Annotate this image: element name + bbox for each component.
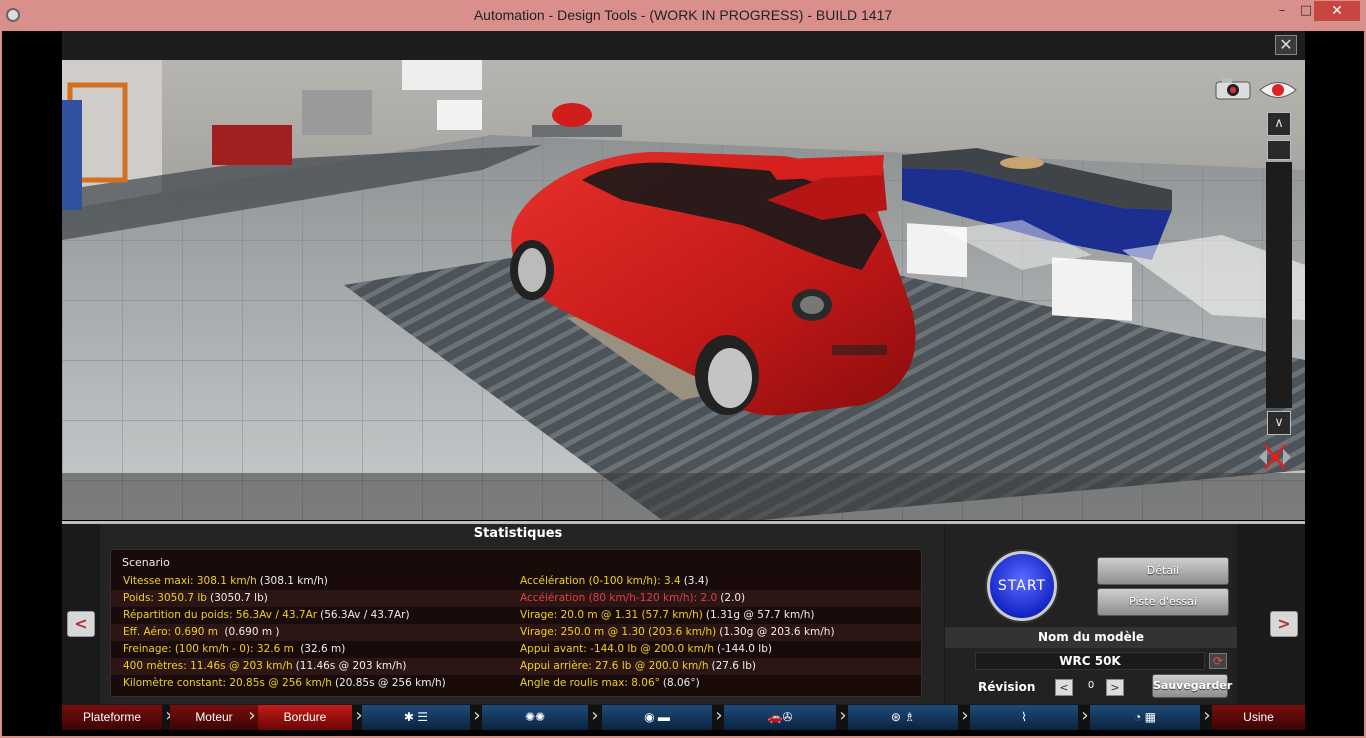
title-bar: Automation - Design Tools - (WORK IN PRO… — [0, 0, 1366, 31]
revision-next-button[interactable]: > — [1106, 679, 1124, 696]
stat-previous: (3.4) — [683, 575, 709, 587]
stat-previous: (8.06°) — [662, 677, 700, 689]
tab-tyre-body[interactable]: ◉ ▬ — [602, 705, 712, 730]
stat-label: Vitesse maxi: 308.1 km/h — [123, 575, 257, 587]
tab-car-fan[interactable]: 🚗✇ — [724, 705, 836, 730]
tab-usine[interactable]: Usine — [1212, 705, 1305, 730]
stat-previous: (11.46s @ 203 km/h) — [295, 660, 407, 672]
model-name-header: Nom du modèle — [945, 627, 1237, 648]
stat-previous: (2.0) — [720, 592, 746, 604]
save-button[interactable]: Sauvegarder — [1152, 674, 1232, 698]
axis-toggle-icon[interactable] — [1257, 443, 1293, 471]
tab-separator: › — [248, 705, 256, 726]
scenario-label: Scenario — [122, 556, 170, 569]
stat-previous: (3050.7 lb) — [209, 592, 268, 604]
stats-row: Kilomètre constant: 20.85s @ 256 km/h (20… — [111, 675, 921, 692]
stat-label: Accélération (0-100 km/h): 3.4 — [520, 575, 681, 587]
stat-label: Virage: 20.0 m @ 1.31 (57.7 km/h) — [520, 609, 703, 621]
section-tab-bar: Plateforme › Moteur › Bordure › ✱ ☰ › ✺✺… — [62, 705, 1305, 730]
revision-value: 0 — [1087, 680, 1095, 691]
scroll-track[interactable] — [1266, 162, 1292, 408]
suspension-icon: ⌇ — [1021, 710, 1027, 724]
scroll-up-button[interactable]: ∧ — [1267, 112, 1291, 136]
detail-button[interactable]: Détail — [1097, 557, 1229, 585]
stat-label-warning: Accélération (80 km/h-120 km/h): 2.0 — [520, 592, 718, 604]
window-title: Automation - Design Tools - (WORK IN PRO… — [473, 7, 893, 23]
app-close-button[interactable]: ✕ — [1275, 35, 1297, 55]
stat-previous: (20.85s @ 256 km/h) — [334, 677, 446, 689]
scroll-thumb[interactable] — [1267, 140, 1291, 160]
stat-label: 400 mètres: 11.46s @ 203 km/h — [123, 660, 293, 672]
maximize-button[interactable]: □ — [1296, 3, 1316, 18]
stat-label: Eff. Aéro: 0.690 m — [123, 626, 219, 638]
stat-label: Angle de roulis max: 8.06° — [520, 677, 660, 689]
gauge-flag-icon: ◔ ▦ — [1134, 710, 1156, 724]
window-close-button[interactable]: ✕ — [1314, 1, 1360, 21]
car-fan-icon: 🚗✇ — [767, 710, 793, 724]
camera-icon[interactable] — [1214, 77, 1252, 101]
tab-bordure[interactable]: Bordure — [258, 705, 352, 730]
start-button[interactable]: START — [987, 551, 1057, 621]
tab-testing[interactable]: ◔ ▦ — [1090, 705, 1200, 730]
stat-previous: (56.3Av / 43.7Ar) — [320, 609, 410, 621]
prev-section-button[interactable]: < — [67, 611, 95, 637]
revision-prev-button[interactable]: < — [1055, 679, 1073, 696]
eye-icon[interactable] — [1258, 79, 1298, 101]
tab-engine-gearbox[interactable]: ✱ ☰ — [362, 705, 470, 730]
revision-label: Révision — [978, 680, 1036, 694]
engine-gearbox-icon: ✱ ☰ — [403, 710, 429, 724]
tab-wheels[interactable]: ✺✺ — [482, 705, 588, 730]
stats-row: Eff. Aéro: 0.690 m (0.690 m ) Virage: 25… — [111, 624, 921, 641]
stats-row: Répartition du poids: 56.3Av / 43.7Ar (56… — [111, 607, 921, 624]
stat-label: Kilomètre constant: 20.85s @ 256 km/h — [123, 677, 332, 689]
stat-label: Poids: 3050.7 lb — [123, 592, 207, 604]
stat-label: Virage: 250.0 m @ 1.30 (203.6 km/h) — [520, 626, 717, 638]
stat-previous: (1.31g @ 57.7 km/h) — [705, 609, 815, 621]
top-strip — [62, 31, 1305, 60]
tab-plateforme[interactable]: Plateforme — [62, 705, 162, 730]
stat-label: Appui arrière: 27.6 lb @ 200.0 km/h — [520, 660, 709, 672]
stat-previous: (-144.0 lb) — [717, 643, 772, 655]
tyre-body-icon: ◉ ▬ — [644, 710, 670, 724]
stat-label: Freinage: (100 km/h - 0): 32.6 m — [123, 643, 294, 655]
stats-row: Vitesse maxi: 308.1 km/h (308.1 km/h) Acc… — [111, 573, 921, 590]
stat-previous: (0.690 m ) — [221, 626, 280, 638]
tab-steering-seat[interactable]: ⊛ ♗ — [848, 705, 958, 730]
stat-previous: (32.6 m) — [296, 643, 346, 655]
viewport-footer-bar — [62, 473, 1305, 520]
stats-box: Vitesse maxi: 308.1 km/h (308.1 km/h) Acc… — [110, 549, 922, 697]
stat-previous: (27.6 lb) — [711, 660, 756, 672]
stats-row: Poids: 3050.7 lb (3050.7 lb) Accélération… — [111, 590, 921, 607]
wheels-icon: ✺✺ — [524, 710, 546, 724]
model-name-field[interactable]: WRC 50K — [975, 652, 1205, 670]
stat-label: Appui avant: -144.0 lb @ 200.0 km/h — [520, 643, 714, 655]
test-track-button[interactable]: Piste d'essai — [1097, 588, 1229, 616]
stats-row: 400 mètres: 11.46s @ 203 km/h (11.46s @ 2… — [111, 658, 921, 675]
stats-title: Statistiques — [473, 526, 563, 541]
stats-row: Freinage: (100 km/h - 0): 32.6 m (32.6 m… — [111, 641, 921, 658]
minimize-button[interactable]: – — [1272, 3, 1292, 18]
stat-label: Répartition du poids: 56.3Av / 43.7Ar — [123, 609, 318, 621]
refresh-icon[interactable]: ⟳ — [1209, 653, 1227, 669]
scroll-down-button[interactable]: ∨ — [1267, 411, 1291, 435]
tab-suspension[interactable]: ⌇ — [970, 705, 1078, 730]
steering-seat-icon: ⊛ ♗ — [890, 710, 916, 724]
tab-separator: › — [591, 705, 599, 726]
next-section-button[interactable]: > — [1270, 611, 1298, 637]
stat-previous: (308.1 km/h) — [259, 575, 328, 587]
garage-scene — [62, 60, 1305, 520]
3d-viewport[interactable] — [62, 60, 1305, 520]
stat-previous: (1.30g @ 203.6 km/h) — [719, 626, 835, 638]
